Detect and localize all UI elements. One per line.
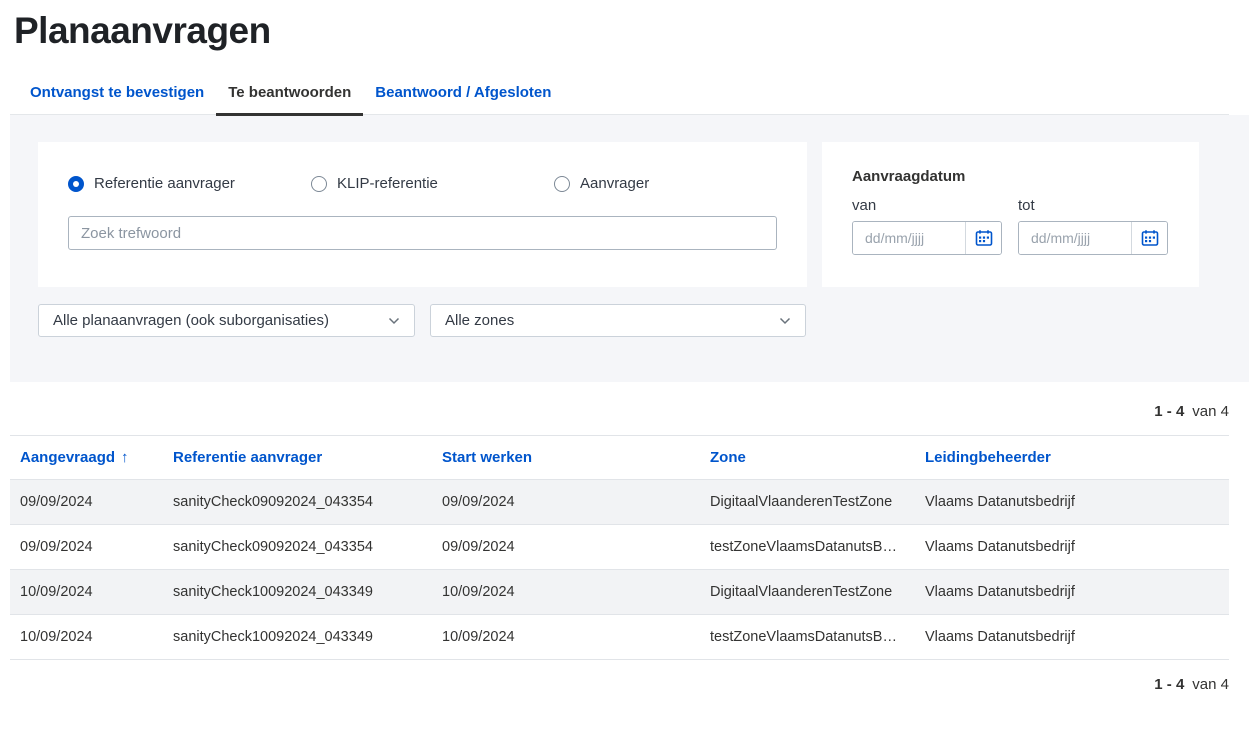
cell-start-werken: 09/09/2024 xyxy=(432,480,700,525)
column-header-referentie-aanvrager[interactable]: Referentie aanvrager xyxy=(163,436,432,480)
radio-label: KLIP-referentie xyxy=(337,175,438,192)
calendar-icon xyxy=(1141,229,1159,247)
radio-label: Referentie aanvrager xyxy=(94,175,235,192)
date-from-calendar-button[interactable] xyxy=(965,222,1001,254)
sort-ascending-icon: ↑ xyxy=(121,449,129,466)
date-filter-title: Aanvraagdatum xyxy=(852,168,1171,185)
cell-referentie: sanityCheck09092024_043354 xyxy=(163,525,432,570)
cell-leidingbeheerder: Vlaams Datanutsbedrijf xyxy=(915,525,1229,570)
search-input[interactable] xyxy=(68,216,777,250)
cell-zone: DigitaalVlaanderenTestZone xyxy=(700,570,915,615)
radio-unselected-icon[interactable] xyxy=(311,176,327,192)
cell-start-werken: 09/09/2024 xyxy=(432,525,700,570)
planaanvragen-table: Aangevraagd↑ Referentie aanvrager Start … xyxy=(10,435,1229,660)
pagination-total: van 4 xyxy=(1192,403,1229,420)
radio-unselected-icon[interactable] xyxy=(554,176,570,192)
cell-zone: testZoneVlaamsDatanutsBedrijfBeta xyxy=(700,615,915,660)
filter-panel: Referentie aanvrager KLIP-referentie Aan… xyxy=(10,115,1249,382)
pagination-range: 1 - 4 xyxy=(1154,676,1184,693)
select-value: Alle planaanvragen (ook suborganisaties) xyxy=(53,312,329,329)
chevron-down-icon xyxy=(388,317,400,325)
table-row[interactable]: 09/09/2024 sanityCheck09092024_043354 09… xyxy=(10,525,1229,570)
table-row[interactable]: 10/09/2024 sanityCheck10092024_043349 10… xyxy=(10,615,1229,660)
cell-aangevraagd: 10/09/2024 xyxy=(10,570,163,615)
calendar-icon xyxy=(975,229,993,247)
column-header-leidingbeheerder[interactable]: Leidingbeheerder xyxy=(915,436,1229,480)
pagination-range: 1 - 4 xyxy=(1154,403,1184,420)
column-header-aangevraagd[interactable]: Aangevraagd↑ xyxy=(10,436,163,480)
cell-referentie: sanityCheck10092024_043349 xyxy=(163,570,432,615)
planaanvragen-page: Planaanvragen Ontvangst te bevestigen Te… xyxy=(0,0,1259,693)
date-to-calendar-button[interactable] xyxy=(1131,222,1167,254)
column-header-start-werken[interactable]: Start werken xyxy=(432,436,700,480)
table-row[interactable]: 10/09/2024 sanityCheck10092024_043349 10… xyxy=(10,570,1229,615)
cell-leidingbeheerder: Vlaams Datanutsbedrijf xyxy=(915,615,1229,660)
cell-leidingbeheerder: Vlaams Datanutsbedrijf xyxy=(915,480,1229,525)
date-to-label: tot xyxy=(1018,197,1168,214)
cell-aangevraagd: 10/09/2024 xyxy=(10,615,163,660)
date-from-field: van xyxy=(852,197,1002,255)
table-row[interactable]: 09/09/2024 sanityCheck09092024_043354 09… xyxy=(10,480,1229,525)
date-from-input-wrap xyxy=(852,221,1002,255)
chevron-down-icon xyxy=(779,317,791,325)
cell-start-werken: 10/09/2024 xyxy=(432,570,700,615)
zone-filter-select[interactable]: Alle zones xyxy=(430,304,806,337)
table-header-row: Aangevraagd↑ Referentie aanvrager Start … xyxy=(10,436,1229,480)
cell-aangevraagd: 09/09/2024 xyxy=(10,480,163,525)
tab-te-beantwoorden[interactable]: Te beantwoorden xyxy=(216,76,363,116)
pagination-total: van 4 xyxy=(1192,676,1229,693)
radio-label: Aanvrager xyxy=(580,175,649,192)
cell-zone: testZoneVlaamsDatanutsBedrijfBeta xyxy=(700,525,915,570)
cell-referentie: sanityCheck10092024_043349 xyxy=(163,615,432,660)
select-value: Alle zones xyxy=(445,312,514,329)
date-filter-card: Aanvraagdatum van xyxy=(822,142,1199,287)
date-to-field: tot xyxy=(1018,197,1168,255)
select-filters-row: Alle planaanvragen (ook suborganisaties)… xyxy=(38,304,1221,337)
date-fields-row: van xyxy=(852,197,1171,255)
radio-selected-icon[interactable] xyxy=(68,176,84,192)
date-to-input[interactable] xyxy=(1019,222,1131,254)
cell-start-werken: 10/09/2024 xyxy=(432,615,700,660)
cell-leidingbeheerder: Vlaams Datanutsbedrijf xyxy=(915,570,1229,615)
cell-zone: DigitaalVlaanderenTestZone xyxy=(700,480,915,525)
radio-aanvrager[interactable]: Aanvrager xyxy=(554,175,649,192)
cell-aangevraagd: 09/09/2024 xyxy=(10,525,163,570)
date-from-input[interactable] xyxy=(853,222,965,254)
radio-klip-referentie[interactable]: KLIP-referentie xyxy=(311,175,554,192)
radio-referentie-aanvrager[interactable]: Referentie aanvrager xyxy=(68,175,311,192)
tab-ontvangst-te-bevestigen[interactable]: Ontvangst te bevestigen xyxy=(18,76,216,114)
column-header-zone[interactable]: Zone xyxy=(700,436,915,480)
cell-referentie: sanityCheck09092024_043354 xyxy=(163,480,432,525)
tab-beantwoord-afgesloten[interactable]: Beantwoord / Afgesloten xyxy=(363,76,563,114)
page-title: Planaanvragen xyxy=(10,0,1229,54)
filter-cards-row: Referentie aanvrager KLIP-referentie Aan… xyxy=(38,142,1221,287)
pagination-top: 1 - 4 van 4 xyxy=(10,403,1229,420)
organisation-filter-select[interactable]: Alle planaanvragen (ook suborganisaties) xyxy=(38,304,415,337)
date-to-input-wrap xyxy=(1018,221,1168,255)
search-filter-card: Referentie aanvrager KLIP-referentie Aan… xyxy=(38,142,807,287)
search-type-radio-group: Referentie aanvrager KLIP-referentie Aan… xyxy=(68,175,777,192)
tab-bar: Ontvangst te bevestigen Te beantwoorden … xyxy=(10,76,1229,115)
date-from-label: van xyxy=(852,197,1002,214)
pagination-bottom: 1 - 4 van 4 xyxy=(10,676,1229,693)
